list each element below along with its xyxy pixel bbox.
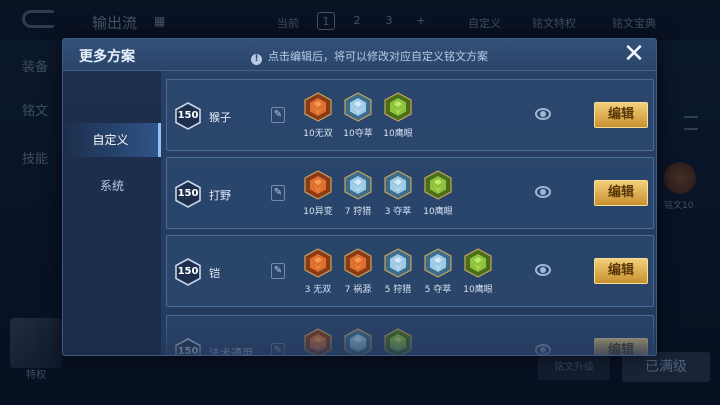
- green-rune: 10鹰眼: [461, 248, 495, 300]
- dialog-title: 更多方案: [79, 49, 135, 65]
- edit-button[interactable]: 编辑: [594, 180, 648, 206]
- edit-button[interactable]: 编辑: [594, 258, 648, 284]
- level-badge: 150: [175, 180, 201, 208]
- red-rune-icon: [304, 170, 332, 200]
- plan-row[interactable]: 150 铠 ✎ 3 无双 7 祸源 5 狩猎 5 夺萃 10鹰眼 编辑: [166, 235, 654, 307]
- plan-category-tabs: 自定义 系统: [63, 71, 161, 355]
- red-rune: 10异变: [301, 170, 335, 222]
- red-rune-icon: [304, 92, 332, 122]
- red-rune: 10无双: [301, 92, 335, 144]
- level-badge: 150: [175, 258, 201, 286]
- plan-row[interactable]: 150 猴子 ✎ 10无双 10夺萃 10鹰眼 编辑: [166, 79, 654, 151]
- blue-rune-icon: [384, 248, 412, 278]
- plan-row[interactable]: 150 打野 ✎ 10异变 7 狩猎 3 夺萃 10鹰眼 编辑: [166, 157, 654, 229]
- rename-pen-icon[interactable]: ✎: [271, 185, 285, 201]
- blue-rune: 7 狩猎: [341, 170, 375, 222]
- rune-label: 10鹰眼: [463, 285, 493, 295]
- red-rune: 3 无双: [301, 248, 335, 300]
- eye-icon[interactable]: [535, 264, 551, 276]
- tab-system[interactable]: 系统: [63, 169, 161, 203]
- level-number: 150: [177, 188, 199, 199]
- dialog-header: 更多方案 ! 点击编辑后，将可以修改对应自定义铭文方案 ✕: [63, 39, 656, 71]
- close-icon[interactable]: ✕: [621, 41, 647, 67]
- green-rune-icon: [384, 92, 412, 122]
- red-rune: 7 祸源: [341, 248, 375, 300]
- blue-rune-icon: [344, 92, 372, 122]
- blue-rune-icon: [384, 170, 412, 200]
- green-rune-icon: [464, 248, 492, 278]
- level-badge: 150: [175, 102, 201, 130]
- list-fade: [166, 311, 654, 355]
- level-number: 150: [177, 110, 199, 121]
- plan-name: 铠: [209, 267, 220, 280]
- hint-text: 点击编辑后，将可以修改对应自定义铭文方案: [268, 50, 488, 63]
- blue-rune-icon: [344, 170, 372, 200]
- rename-pen-icon[interactable]: ✎: [271, 263, 285, 279]
- green-rune: 10鹰眼: [381, 92, 415, 144]
- tab-custom[interactable]: 自定义: [63, 123, 161, 157]
- eye-icon[interactable]: [535, 186, 551, 198]
- red-rune-icon: [344, 248, 372, 278]
- blue-rune: 3 夺萃: [381, 170, 415, 222]
- info-icon: !: [251, 54, 262, 65]
- plan-name: 打野: [209, 189, 231, 202]
- blue-rune: 5 狩猎: [381, 248, 415, 300]
- plan-list: 150 猴子 ✎ 10无双 10夺萃 10鹰眼 编辑 150 打野 ✎ 10异变…: [166, 79, 654, 355]
- rune-label: 10鹰眼: [383, 129, 413, 139]
- edit-button[interactable]: 编辑: [594, 102, 648, 128]
- green-rune: 10鹰眼: [421, 170, 455, 222]
- plan-name: 猴子: [209, 111, 231, 124]
- level-number: 150: [177, 266, 199, 277]
- green-rune-icon: [424, 170, 452, 200]
- rune-label: 10鹰眼: [423, 207, 453, 217]
- blue-rune-icon: [424, 248, 452, 278]
- eye-icon[interactable]: [535, 108, 551, 120]
- blue-rune: 10夺萃: [341, 92, 375, 144]
- more-plans-dialog: 更多方案 ! 点击编辑后，将可以修改对应自定义铭文方案 ✕ 自定义 系统 150 …: [62, 38, 657, 356]
- rename-pen-icon[interactable]: ✎: [271, 107, 285, 123]
- dialog-hint: ! 点击编辑后，将可以修改对应自定义铭文方案: [251, 48, 488, 65]
- red-rune-icon: [304, 248, 332, 278]
- blue-rune: 5 夺萃: [421, 248, 455, 300]
